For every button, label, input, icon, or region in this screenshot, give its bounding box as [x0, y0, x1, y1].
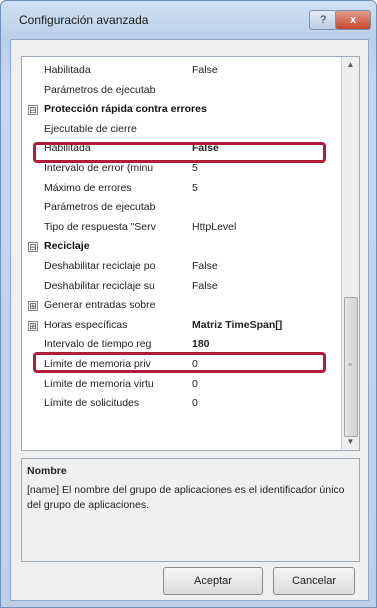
property-name: Ejecutable de cierre — [44, 122, 137, 135]
property-value[interactable]: 180 — [192, 338, 210, 350]
property-row[interactable]: Habilitada False — [22, 61, 340, 80]
property-name: Reciclaje — [44, 240, 90, 253]
property-row[interactable]: ⊞ Horas específicas Matriz TimeSpan[] — [22, 316, 340, 335]
property-name: Límite de solicitudes — [44, 397, 140, 410]
property-name: Parámetros de ejecutab — [44, 201, 156, 214]
property-name: Intervalo de tiempo reg — [44, 338, 152, 351]
scroll-down-arrow-icon[interactable]: ▼ — [342, 434, 359, 450]
collapse-icon[interactable]: ⊟ — [28, 242, 38, 253]
property-row[interactable]: ⊞ Generar entradas sobre — [22, 296, 340, 315]
window-title: Configuración avanzada — [19, 13, 149, 27]
property-row[interactable]: Ejecutable de cierre — [22, 120, 340, 139]
description-text: [name] El nombre del grupo de aplicacion… — [27, 484, 345, 511]
property-value[interactable]: False — [192, 64, 218, 76]
property-name: Protección rápida contra errores — [44, 103, 207, 116]
property-name: Máximo de errores — [44, 181, 132, 194]
category-row[interactable]: ⊟ Reciclaje — [22, 237, 340, 256]
property-name: Horas específicas — [44, 318, 128, 331]
property-value[interactable]: 0 — [192, 378, 198, 390]
category-row[interactable]: ⊟ Protección rápida contra errores — [22, 100, 340, 119]
property-name: Parámetros de ejecutab — [44, 83, 156, 96]
property-name: Tipo de respuesta "Serv — [44, 220, 156, 233]
property-value[interactable]: 5 — [192, 182, 198, 194]
property-name: Habilitada — [44, 64, 91, 76]
close-button[interactable]: x — [335, 10, 371, 30]
property-row[interactable]: Deshabilitar reciclaje su False — [22, 277, 340, 296]
property-name: Intervalo de error (minu — [44, 162, 154, 174]
property-row[interactable]: Tipo de respuesta "Serv HttpLevel — [22, 218, 340, 237]
ok-button[interactable]: Aceptar — [163, 567, 263, 595]
property-row[interactable]: Máximo de errores 5 — [22, 179, 340, 198]
property-grid: Habilitada False Parámetros de ejecutab ⊟ Pr… — [21, 56, 360, 451]
expand-icon[interactable]: ⊞ — [28, 301, 38, 312]
scrollbar-thumb[interactable]: ≡ — [344, 297, 358, 437]
property-value[interactable]: False — [192, 260, 218, 272]
property-value[interactable]: HttpLevel — [192, 221, 236, 233]
description-panel: Nombre [name] El nombre del grupo de apl… — [21, 458, 360, 562]
property-row[interactable]: Parámetros de ejecutab — [22, 81, 340, 100]
property-value[interactable]: 5 — [192, 162, 198, 174]
property-name: Deshabilitar reciclaje po — [44, 260, 156, 272]
help-button[interactable]: ? — [309, 10, 337, 30]
property-name: Generar entradas sobre — [44, 299, 156, 312]
vertical-scrollbar[interactable]: ▲ ≡ ▼ — [341, 57, 359, 450]
scrollbar-grip-icon: ≡ — [348, 362, 353, 369]
title-bar: Configuración avanzada ? x — [1, 1, 376, 39]
property-value[interactable]: 0 — [192, 397, 198, 409]
property-row[interactable]: Parámetros de ejecutab — [22, 198, 340, 217]
scroll-up-arrow-icon[interactable]: ▲ — [342, 57, 359, 73]
cancel-button[interactable]: Cancelar — [273, 567, 355, 595]
property-row[interactable]: Deshabilitar reciclaje po False — [22, 257, 340, 276]
property-name: Límite de memoria virtu — [44, 377, 154, 390]
description-title: Nombre — [27, 465, 67, 477]
highlight-habilitada — [33, 142, 326, 163]
property-row[interactable]: Límite de solicitudes 0 — [22, 394, 340, 413]
expand-icon[interactable]: ⊞ — [28, 320, 38, 331]
highlight-intervalo-tiempo — [33, 352, 326, 373]
collapse-icon[interactable]: ⊟ — [28, 105, 38, 116]
property-value[interactable]: Matriz TimeSpan[] — [192, 319, 282, 331]
property-name: Deshabilitar reciclaje su — [44, 279, 155, 292]
property-row[interactable]: Límite de memoria virtu 0 — [22, 375, 340, 394]
property-value[interactable]: False — [192, 280, 218, 292]
